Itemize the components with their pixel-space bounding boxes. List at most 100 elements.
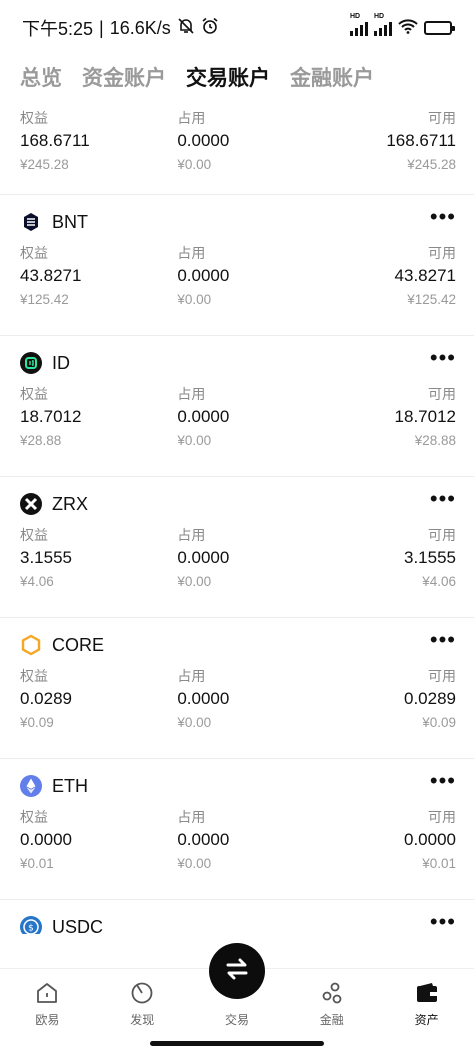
home-indicator[interactable]	[150, 1041, 324, 1046]
more-options-icon[interactable]: •••	[430, 206, 456, 232]
asset-card-usdc[interactable]: $ USDC •••	[0, 899, 474, 934]
occupied-cny: ¥0.00	[177, 574, 212, 589]
available-label: 可用	[428, 809, 456, 825]
coin: CORE	[20, 634, 104, 656]
available-column: 可用 3.1555 ¥4.06	[311, 525, 456, 593]
nav-item-home[interactable]: 欧易	[0, 969, 95, 1038]
asset-header: ZRX •••	[20, 477, 456, 525]
equity-value: 18.7012	[20, 407, 82, 426]
more-options-icon[interactable]: •••	[430, 911, 456, 934]
occupied-value: 0.0000	[177, 830, 230, 849]
signal-1-icon: HD	[350, 13, 368, 36]
core-icon	[20, 634, 42, 656]
occupied-column: 占用 0.0000 ¥0.00	[165, 243, 310, 311]
available-value: 0.0289	[404, 689, 456, 708]
coin: $ USDC	[20, 916, 103, 934]
equity-value: 168.6711	[20, 131, 90, 150]
asset-card-core[interactable]: CORE ••• 权益 0.0289 ¥0.09 占用 0.0000 ¥0.00…	[0, 617, 474, 758]
equity-column: 权益 43.8271 ¥125.42	[20, 243, 165, 311]
account-tabs: 总览 资金账户 交易账户 金融账户	[0, 56, 474, 98]
equity-label: 权益	[20, 245, 48, 261]
status-right: HD HD	[350, 13, 455, 39]
occupied-label: 占用	[177, 809, 206, 825]
available-value: 18.7012	[394, 407, 456, 426]
asset-card[interactable]: 权益 168.6711 ¥245.28 占用 0.0000 ¥0.00 可用 1…	[0, 98, 474, 194]
asset-card-eth[interactable]: ETH ••• 权益 0.0000 ¥0.01 占用 0.0000 ¥0.00 …	[0, 758, 474, 899]
more-options-icon[interactable]: •••	[430, 770, 456, 796]
available-cny: ¥4.06	[422, 574, 456, 589]
coin-name: CORE	[52, 634, 105, 655]
coin: ID	[20, 352, 70, 374]
occupied-cny: ¥0.00	[177, 856, 212, 871]
occupied-label: 占用	[177, 527, 206, 543]
svg-text:$: $	[28, 924, 34, 934]
occupied-column: 占用 0.0000 ¥0.00	[165, 525, 310, 593]
equity-value: 43.8271	[20, 266, 82, 285]
available-label: 可用	[428, 668, 456, 684]
equity-value: 3.1555	[20, 548, 72, 567]
equity-cny: ¥0.01	[20, 856, 54, 871]
available-value: 0.0000	[404, 830, 456, 849]
more-options-icon[interactable]: •••	[430, 347, 456, 373]
nav-item-discover[interactable]: 发现	[95, 969, 190, 1038]
occupied-label: 占用	[177, 668, 206, 684]
occupied-value: 0.0000	[177, 689, 230, 708]
more-options-icon[interactable]: •••	[430, 629, 456, 655]
available-column: 可用 18.7012 ¥28.88	[311, 384, 456, 452]
id-icon	[20, 352, 42, 374]
equity-value: 0.0000	[20, 830, 72, 849]
equity-cny: ¥28.88	[20, 433, 62, 448]
status-left: 下午5:25 | 16.6K/s	[22, 15, 219, 41]
available-column: 可用 168.6711 ¥245.28	[311, 108, 456, 176]
occupied-label: 占用	[177, 386, 206, 402]
available-label: 可用	[428, 245, 456, 261]
asset-card-bnt[interactable]: BNT ••• 权益 43.8271 ¥125.42 占用 0.0000 ¥0.…	[0, 194, 474, 335]
occupied-label: 占用	[177, 110, 206, 126]
equity-label: 权益	[20, 809, 48, 825]
available-value: 168.6711	[386, 131, 456, 150]
occupied-value: 0.0000	[177, 548, 230, 567]
asset-header: ETH •••	[20, 759, 456, 807]
coin-name: USDC	[52, 916, 104, 935]
tab-finance-account[interactable]: 金融账户	[290, 62, 374, 92]
asset-card-id[interactable]: ID ••• 权益 18.7012 ¥28.88 占用 0.0000 ¥0.00…	[0, 335, 474, 476]
available-column: 可用 0.0000 ¥0.01	[311, 807, 456, 875]
nav-label: 资产	[414, 1013, 439, 1027]
asset-card-zrx[interactable]: ZRX ••• 权益 3.1555 ¥4.06 占用 0.0000 ¥0.00 …	[0, 476, 474, 617]
occupied-cny: ¥0.00	[177, 157, 212, 172]
available-cny: ¥0.01	[422, 856, 456, 871]
tab-overview[interactable]: 总览	[20, 62, 62, 92]
tab-funding-account[interactable]: 资金账户	[82, 62, 166, 92]
equity-column: 权益 168.6711 ¥245.28	[20, 108, 165, 176]
equity-column: 权益 3.1555 ¥4.06	[20, 525, 165, 593]
status-speed: 16.6K/s	[109, 17, 171, 38]
available-cny: ¥245.28	[407, 157, 456, 172]
equity-cny: ¥245.28	[20, 157, 69, 172]
asset-values: 权益 0.0000 ¥0.01 占用 0.0000 ¥0.00 可用 0.000…	[20, 807, 456, 875]
mute-bell-icon	[177, 17, 195, 40]
equity-column: 权益 0.0289 ¥0.09	[20, 666, 165, 734]
coin: BNT	[20, 211, 88, 233]
available-column: 可用 43.8271 ¥125.42	[311, 243, 456, 311]
equity-column: 权益 0.0000 ¥0.01	[20, 807, 165, 875]
equity-value: 0.0289	[20, 689, 72, 708]
nav-item-assets[interactable]: 资产	[379, 969, 474, 1038]
asset-values: 权益 168.6711 ¥245.28 占用 0.0000 ¥0.00 可用 1…	[20, 108, 456, 176]
more-options-icon[interactable]: •••	[430, 488, 456, 514]
coin-name: ID	[52, 352, 70, 373]
occupied-value: 0.0000	[177, 266, 230, 285]
occupied-column: 占用 0.0000 ¥0.00	[165, 807, 310, 875]
coin-name: ETH	[52, 775, 88, 796]
trade-swap-button[interactable]	[209, 943, 265, 999]
available-label: 可用	[428, 386, 456, 402]
asset-values: 权益 0.0289 ¥0.09 占用 0.0000 ¥0.00 可用 0.028…	[20, 666, 456, 734]
occupied-value: 0.0000	[177, 131, 230, 150]
usdc-icon: $	[20, 916, 42, 934]
tab-trading-account[interactable]: 交易账户	[186, 62, 270, 92]
equity-label: 权益	[20, 668, 48, 684]
available-value: 3.1555	[404, 548, 456, 567]
nav-item-finance[interactable]: 金融	[284, 969, 379, 1038]
swap-arrows-icon	[222, 954, 252, 989]
asset-values: 权益 3.1555 ¥4.06 占用 0.0000 ¥0.00 可用 3.155…	[20, 525, 456, 593]
equity-label: 权益	[20, 110, 48, 126]
